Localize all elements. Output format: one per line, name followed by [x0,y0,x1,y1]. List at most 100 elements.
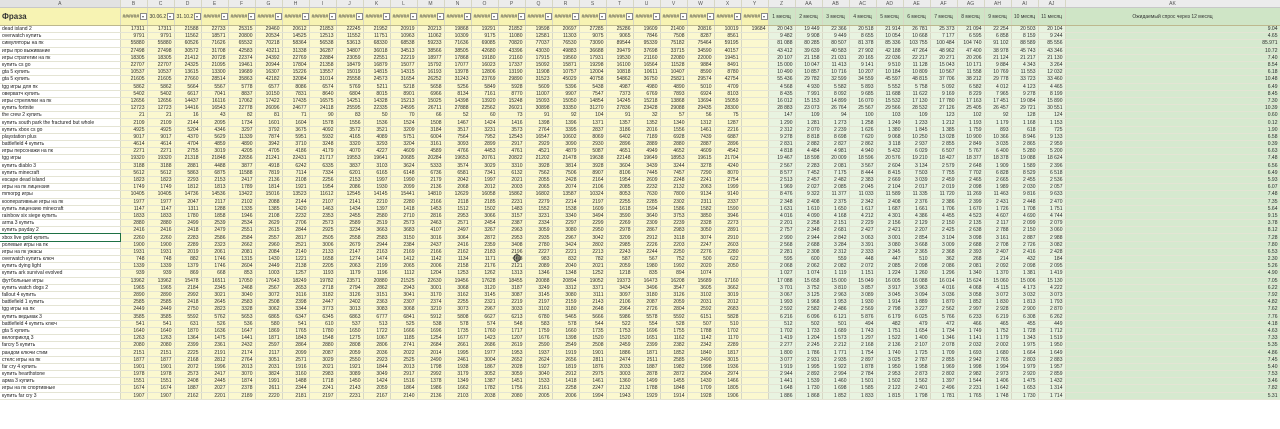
value-cell[interactable]: 2117 [201,198,229,206]
forecast-cell[interactable]: 81 088 [768,39,796,48]
value-cell[interactable]: 1396 [552,118,580,127]
value-cell[interactable]: 1977 [471,348,499,357]
forecast-cell[interactable]: 3 963 [903,284,931,292]
value-cell[interactable]: 16802 [525,190,553,199]
value-cell[interactable]: 5951 [282,133,310,142]
forecast-cell[interactable]: 2 757 [768,226,796,235]
forecast-cell[interactable]: 432 [1011,255,1039,264]
filter-dropdown-icon[interactable] [329,13,335,20]
value-cell[interactable]: 3231 [525,212,553,221]
forecast-cell[interactable]: 9 884 [984,61,1012,70]
value-cell[interactable]: 10602 [552,133,580,142]
forecast-cell[interactable]: 2 920 [1011,370,1039,379]
forecast-cell[interactable]: 1 800 [768,348,796,357]
value-cell[interactable]: 2964 [606,305,634,314]
value-cell[interactable]: 1512 [444,205,472,213]
forecast-cell[interactable]: 3 567 [849,162,877,170]
value-cell[interactable]: 3792 [255,126,283,134]
forecast-cell[interactable]: 501 [822,320,850,328]
value-cell[interactable]: 19553 [336,154,364,163]
column-letter[interactable]: U [633,0,661,8]
value-cell[interactable]: 1430 [687,377,715,386]
expected-demand-cell[interactable]: 8.54 [1065,61,1280,70]
date-header[interactable]: 31.10.2 [174,7,202,26]
column-letter[interactable]: J [336,0,364,8]
value-cell[interactable]: 2109 [120,118,148,127]
value-cell[interactable]: 7630 [633,190,661,199]
forecast-cell[interactable]: 45 743 [1011,47,1039,55]
value-cell[interactable]: 3663 [363,226,391,235]
forecast-cell[interactable]: 2 892 [795,370,823,379]
value-cell[interactable]: 2279 [525,198,553,206]
forecast-cell[interactable]: 7 177 [930,32,958,41]
phrase-cell[interactable]: купить watch dogs 2 [0,284,121,292]
value-cell[interactable]: 3068 [444,284,472,292]
value-cell[interactable]: 21525 [390,277,418,285]
value-cell[interactable]: 8287 [687,32,715,41]
value-cell[interactable]: 1398 [525,118,553,127]
value-cell[interactable]: 2055 [525,176,553,185]
forecast-cell[interactable]: 2 963 [822,291,850,300]
value-cell[interactable]: 1938 [444,363,472,372]
value-cell[interactable]: 31708 [201,47,229,55]
value-cell[interactable]: 2925 [309,226,337,235]
forecast-cell[interactable]: 1 519 [1038,334,1066,343]
value-cell[interactable]: 20822 [498,154,526,163]
value-cell[interactable]: 3029 [471,162,499,170]
forecast-cell[interactable]: 1 441 [768,377,796,386]
value-cell[interactable]: 5932 [309,133,337,142]
value-cell[interactable] [741,83,769,91]
phrase-cell[interactable]: купить far cry 3 [0,392,121,400]
forecast-cell[interactable]: 1 919 [768,363,796,372]
value-cell[interactable]: 2197 [309,392,337,400]
value-cell[interactable]: 11588 [228,169,256,177]
value-cell[interactable]: 2059 [660,298,688,307]
value-cell[interactable]: 20761 [471,154,499,163]
value-cell[interactable]: 3066 [471,212,499,221]
value-cell[interactable]: 1357 [606,118,634,127]
phrase-cell[interactable]: купить hearthstone [0,370,121,379]
value-cell[interactable]: 2585 [147,298,175,307]
value-cell[interactable]: 2136 [417,392,445,400]
forecast-cell[interactable]: 3 917 [876,284,904,292]
value-cell[interactable]: 3004 [471,356,499,364]
value-cell[interactable]: 5778 [228,83,256,91]
forecast-cell[interactable]: 1 648 [768,384,796,393]
value-cell[interactable]: 20944 [255,61,283,70]
value-cell[interactable]: 20088 [525,277,553,285]
value-cell[interactable] [741,370,769,379]
value-cell[interactable]: 1586 [660,205,688,213]
value-cell[interactable]: 21605 [147,75,175,84]
value-cell[interactable]: 2210 [363,198,391,206]
value-cell[interactable]: 2432 [228,341,256,350]
value-cell[interactable]: 29890 [498,75,526,84]
value-cell[interactable]: 1262 [471,269,499,278]
forecast-cell[interactable]: 1 922 [822,363,850,372]
value-cell[interactable]: 752 [660,255,688,264]
value-cell[interactable]: 22778 [228,104,256,113]
phrase-cell[interactable]: tgg игры на пк [0,305,121,314]
phrase-cell[interactable]: оверватч купить [0,90,121,98]
value-cell[interactable]: 2811 [579,356,607,364]
forecast-cell[interactable]: 9 449 [822,32,850,41]
forecast-cell[interactable]: 2 283 [795,162,823,170]
forecast-cell[interactable]: 3 098 [957,233,985,242]
value-cell[interactable]: 1991 [255,377,283,386]
forecast-cell[interactable]: 18 427 [930,154,958,163]
value-cell[interactable]: 16208 [660,277,688,285]
value-cell[interactable]: 1185 [390,334,418,343]
value-cell[interactable]: 3126 [660,291,688,300]
value-cell[interactable]: 2169 [390,248,418,257]
value-cell[interactable]: 2645 [201,298,229,307]
forecast-cell[interactable]: 25 405 [957,104,985,113]
value-cell[interactable]: 31654 [390,75,418,84]
value-cell[interactable]: 1461 [579,377,607,386]
value-cell[interactable]: 2983 [309,370,337,379]
value-cell[interactable]: 1451 [498,377,526,386]
value-cell[interactable]: 3145 [471,291,499,300]
value-cell[interactable]: 4107 [417,226,445,235]
value-cell[interactable]: 19649 [633,154,661,163]
value-cell[interactable]: 19560 [552,54,580,62]
value-cell[interactable]: 1520 [606,334,634,343]
value-cell[interactable]: 24595 [390,104,418,113]
